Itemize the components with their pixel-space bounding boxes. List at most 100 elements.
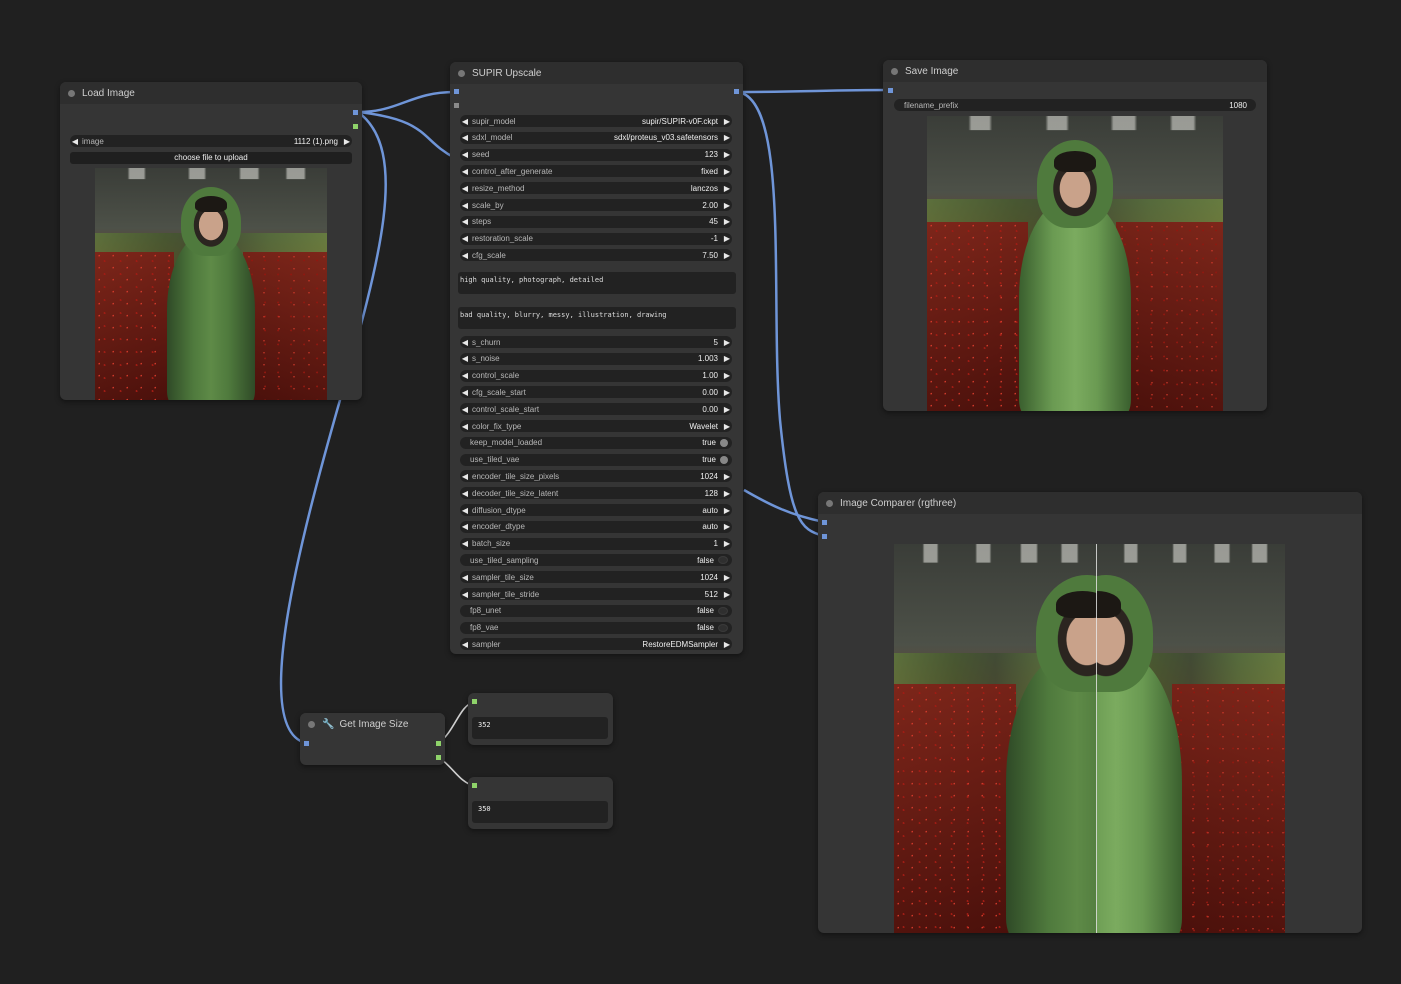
left-arrow-icon[interactable]: ◀ xyxy=(460,201,470,210)
left-arrow-icon[interactable]: ◀ xyxy=(460,354,470,363)
left-arrow-icon[interactable]: ◀ xyxy=(460,217,470,226)
left-arrow-icon[interactable]: ◀ xyxy=(460,371,470,380)
get-image-size-node[interactable]: 🔧 Get Image Size xyxy=(300,713,445,765)
upload-button[interactable]: choose file to upload xyxy=(70,152,352,164)
right-arrow-icon[interactable]: ▶ xyxy=(722,422,732,431)
right-arrow-icon[interactable]: ▶ xyxy=(722,371,732,380)
widget-resize-method[interactable]: ◀ resize_method lanczos ▶ xyxy=(460,182,732,195)
right-arrow-icon[interactable]: ▶ xyxy=(722,117,732,126)
widget-supir-model[interactable]: ◀ supir_model supir/SUPIR-v0F.ckpt ▶ xyxy=(460,115,732,127)
toggle-icon[interactable] xyxy=(720,455,728,464)
widget-seed[interactable]: ◀ seed 123 ▶ xyxy=(460,148,732,161)
width-output-port[interactable] xyxy=(436,741,441,746)
right-arrow-icon[interactable]: ▶ xyxy=(722,590,732,599)
right-arrow-icon[interactable]: ▶ xyxy=(342,137,352,146)
left-arrow-icon[interactable]: ◀ xyxy=(460,422,470,431)
negative-prompt-field[interactable]: bad quality, blurry, messy, illustration… xyxy=(458,307,736,329)
comparer-image-a[interactable] xyxy=(894,544,1097,933)
right-arrow-icon[interactable]: ▶ xyxy=(722,506,732,515)
right-arrow-icon[interactable]: ▶ xyxy=(722,184,732,193)
widget-sdxl-model[interactable]: ◀ sdxl_model sdxl/proteus_v03.safetensors ▶ xyxy=(460,131,732,144)
left-arrow-icon[interactable]: ◀ xyxy=(460,338,470,347)
left-arrow-icon[interactable]: ◀ xyxy=(460,167,470,176)
right-arrow-icon[interactable]: ▶ xyxy=(722,167,732,176)
left-arrow-icon[interactable]: ◀ xyxy=(460,472,470,481)
left-arrow-icon[interactable]: ◀ xyxy=(460,150,470,159)
image-comparer-node[interactable]: Image Comparer (rgthree) xyxy=(818,492,1362,933)
right-arrow-icon[interactable]: ▶ xyxy=(722,201,732,210)
widget-fp8-vae[interactable]: fp8_vae false xyxy=(460,621,732,634)
image-combo-widget[interactable]: ◀ image 1112 (1).png ▶ xyxy=(70,135,352,147)
left-arrow-icon[interactable]: ◀ xyxy=(460,640,470,649)
left-arrow-icon[interactable]: ◀ xyxy=(460,234,470,243)
positive-prompt-field[interactable]: high quality, photograph, detailed xyxy=(458,272,736,294)
right-arrow-icon[interactable]: ▶ xyxy=(722,539,732,548)
mask-output-port[interactable] xyxy=(353,124,358,129)
node-header[interactable]: Image Comparer (rgthree) xyxy=(818,492,1362,514)
widget-sampler-tile-size[interactable]: ◀ sampler_tile_size 1024 ▶ xyxy=(460,571,732,584)
right-arrow-icon[interactable]: ▶ xyxy=(722,338,732,347)
right-arrow-icon[interactable]: ▶ xyxy=(722,251,732,260)
image-input-port[interactable] xyxy=(454,89,459,94)
widget-batch-size[interactable]: ◀ batch_size 1 ▶ xyxy=(460,537,732,550)
widget-steps[interactable]: ◀ steps 45 ▶ xyxy=(460,215,732,228)
image-b-input-port[interactable] xyxy=(822,534,827,539)
load-image-node[interactable]: Load Image ◀ image 1112 (1).png ▶ choose… xyxy=(60,82,362,400)
widget-scale-by[interactable]: ◀ scale_by 2.00 ▶ xyxy=(460,199,732,211)
height-output-port[interactable] xyxy=(436,755,441,760)
widget-restoration-scale[interactable]: ◀ restoration_scale -1 ▶ xyxy=(460,232,732,245)
supir-upscale-node[interactable]: SUPIR Upscale high quality, photograph, … xyxy=(450,62,743,654)
left-arrow-icon[interactable]: ◀ xyxy=(460,590,470,599)
image-output-port[interactable] xyxy=(353,110,358,115)
height-display-node[interactable]: 350 xyxy=(468,777,613,829)
toggle-icon[interactable] xyxy=(718,606,728,615)
widget-fp8-unet[interactable]: fp8_unet false xyxy=(460,604,732,617)
left-arrow-icon[interactable]: ◀ xyxy=(460,539,470,548)
widget-control-scale-start[interactable]: ◀ control_scale_start 0.00 ▶ xyxy=(460,403,732,416)
widget-use-tiled-vae[interactable]: use_tiled_vae true xyxy=(460,453,732,466)
right-arrow-icon[interactable]: ▶ xyxy=(722,573,732,582)
left-arrow-icon[interactable]: ◀ xyxy=(460,117,470,126)
value-input-port[interactable] xyxy=(472,783,477,788)
left-arrow-icon[interactable]: ◀ xyxy=(460,405,470,414)
right-arrow-icon[interactable]: ▶ xyxy=(722,354,732,363)
widget-sampler[interactable]: ◀ sampler RestoreEDMSampler ▶ xyxy=(460,638,732,651)
save-image-node[interactable]: Save Image filename_prefix 1080 xyxy=(883,60,1267,411)
left-arrow-icon[interactable]: ◀ xyxy=(460,388,470,397)
collapse-dot-icon[interactable] xyxy=(458,69,465,77)
widget-encoder-tile-size-pixels[interactable]: ◀ encoder_tile_size_pixels 1024 ▶ xyxy=(460,470,732,483)
widget-encoder-dtype[interactable]: ◀ encoder_dtype auto ▶ xyxy=(460,520,732,533)
toggle-icon[interactable] xyxy=(720,438,728,447)
node-header[interactable]: SUPIR Upscale xyxy=(450,62,743,84)
left-arrow-icon[interactable]: ◀ xyxy=(460,522,470,531)
right-arrow-icon[interactable]: ▶ xyxy=(722,405,732,414)
value-input-port[interactable] xyxy=(472,699,477,704)
widget-decoder-tile-size-latent[interactable]: ◀ decoder_tile_size_latent 128 ▶ xyxy=(460,487,732,500)
right-arrow-icon[interactable]: ▶ xyxy=(722,234,732,243)
image-input-port[interactable] xyxy=(304,741,309,746)
widget-diffusion-dtype[interactable]: ◀ diffusion_dtype auto ▶ xyxy=(460,504,732,516)
toggle-icon[interactable] xyxy=(718,623,728,632)
comparer-image-b[interactable] xyxy=(1097,544,1285,933)
right-arrow-icon[interactable]: ▶ xyxy=(722,388,732,397)
width-display-node[interactable]: 352 xyxy=(468,693,613,745)
widget-s-noise[interactable]: ◀ s_noise 1.003 ▶ xyxy=(460,352,732,365)
left-arrow-icon[interactable]: ◀ xyxy=(70,137,80,146)
left-arrow-icon[interactable]: ◀ xyxy=(460,506,470,515)
widget-use-tiled-sampling[interactable]: use_tiled_sampling false xyxy=(460,554,732,567)
node-header[interactable]: Load Image xyxy=(60,82,362,104)
left-arrow-icon[interactable]: ◀ xyxy=(460,573,470,582)
filename-prefix-field[interactable]: filename_prefix 1080 xyxy=(894,99,1256,111)
comparer-slider-handle[interactable] xyxy=(1096,544,1097,933)
captions-input-port[interactable] xyxy=(454,103,459,108)
widget-s-churn[interactable]: ◀ s_churn 5 ▶ xyxy=(460,336,732,348)
right-arrow-icon[interactable]: ▶ xyxy=(722,489,732,498)
toggle-icon[interactable] xyxy=(718,556,728,565)
collapse-dot-icon[interactable] xyxy=(68,89,75,97)
right-arrow-icon[interactable]: ▶ xyxy=(722,522,732,531)
collapse-dot-icon[interactable] xyxy=(308,720,315,728)
images-input-port[interactable] xyxy=(888,88,893,93)
widget-sampler-tile-stride[interactable]: ◀ sampler_tile_stride 512 ▶ xyxy=(460,588,732,600)
node-header[interactable]: Save Image xyxy=(883,60,1267,82)
right-arrow-icon[interactable]: ▶ xyxy=(722,472,732,481)
